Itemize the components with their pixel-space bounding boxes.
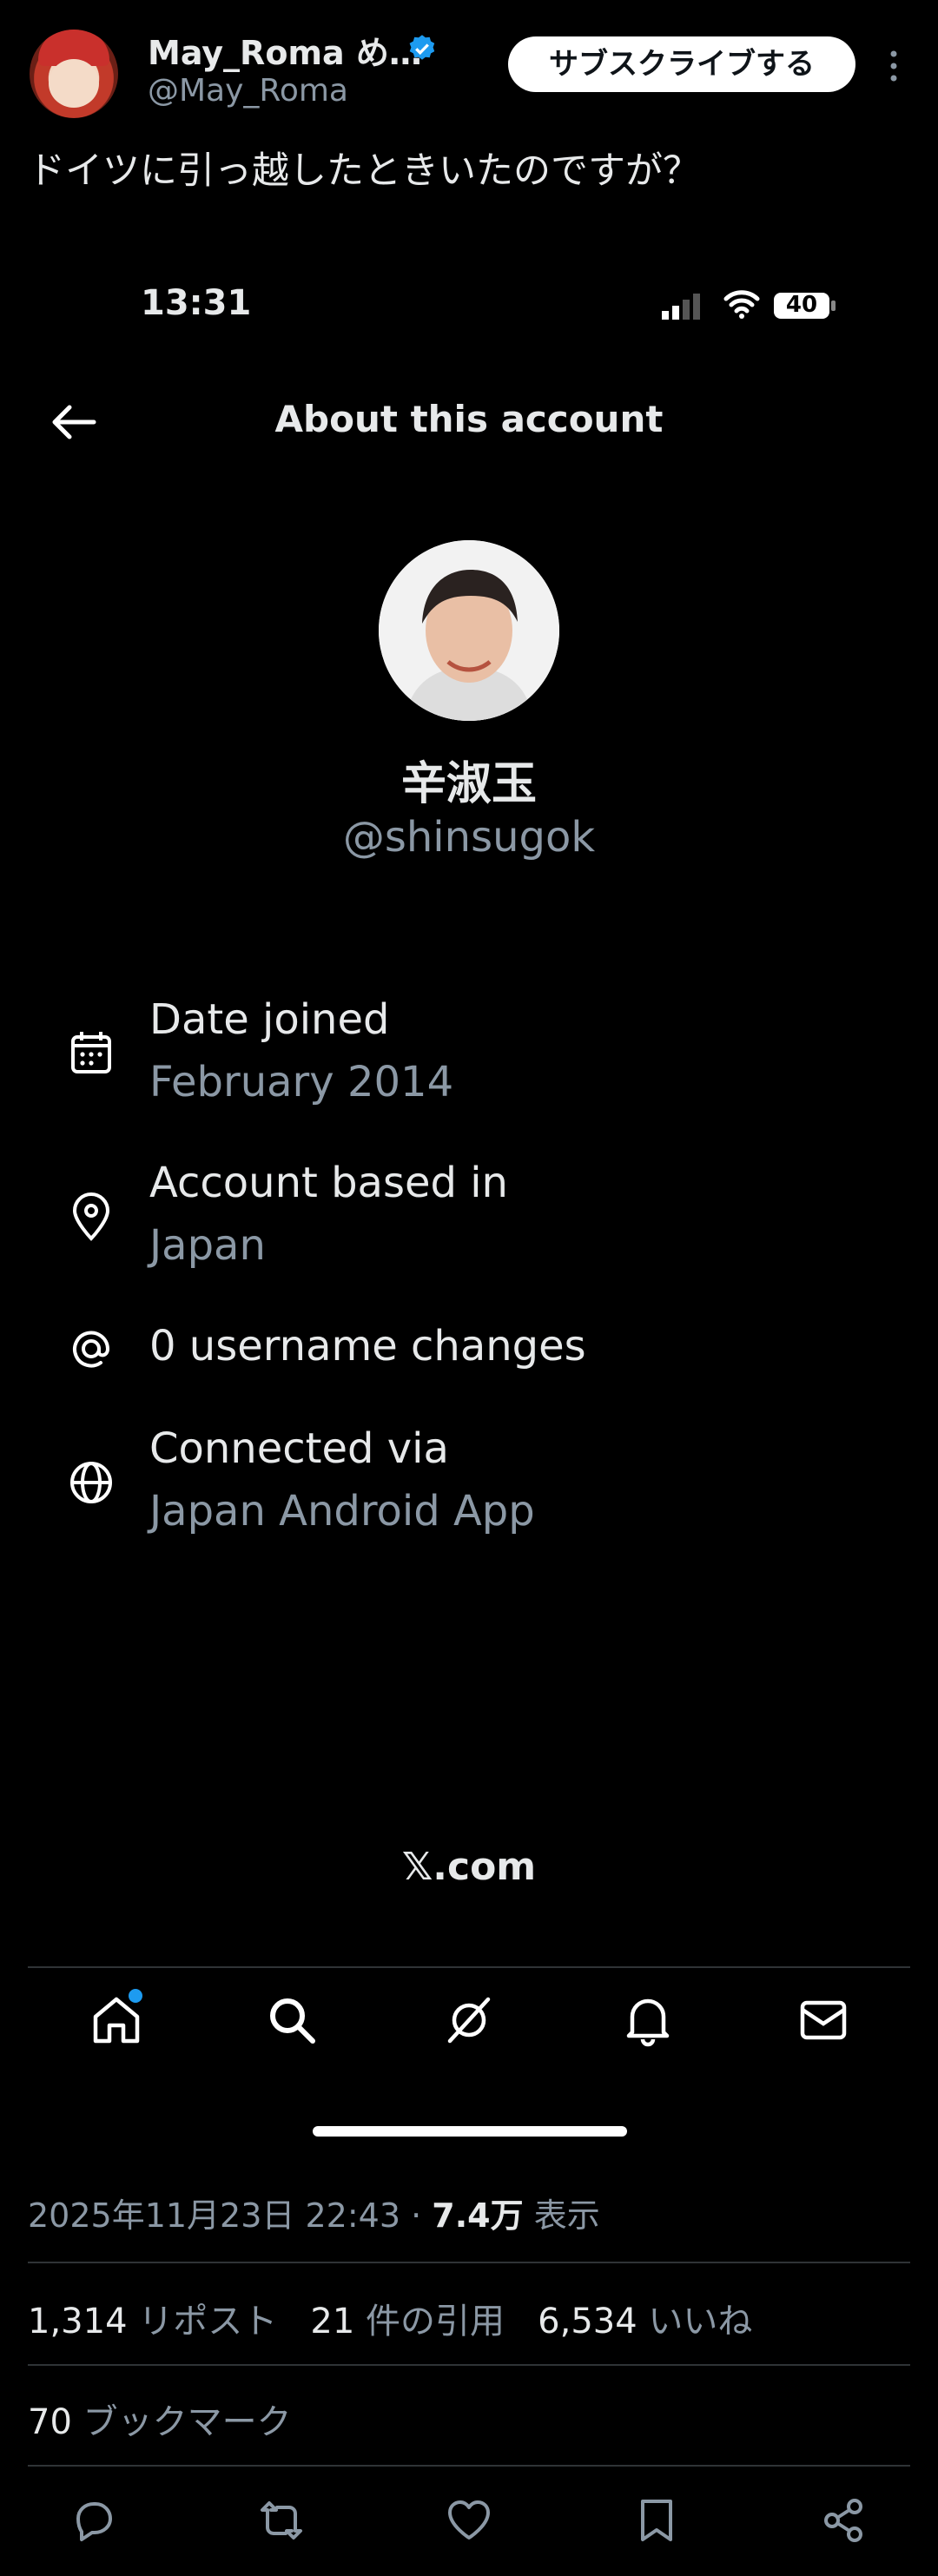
signal-icon xyxy=(662,294,700,320)
likes-count: 6,534 xyxy=(538,2302,637,2342)
more-options-icon[interactable] xyxy=(881,49,907,83)
likes-label: いいね xyxy=(648,2302,753,2342)
account-based-value: Japan xyxy=(149,1221,266,1270)
engagement-stats: 1,314 リポスト 21 件の引用 6,534 いいね xyxy=(28,2293,752,2343)
search-icon[interactable] xyxy=(264,1992,320,2048)
quotes-label: 件の引用 xyxy=(366,2302,505,2342)
tweet-text: ドイツに引っ越したときいたのですが？ xyxy=(28,149,700,193)
status-time: 13:31 xyxy=(141,283,252,323)
at-sign-icon xyxy=(73,1331,110,1368)
profile-avatar[interactable] xyxy=(379,540,559,721)
bookmark-icon[interactable] xyxy=(632,2496,681,2545)
nav-divider xyxy=(28,1966,910,1968)
home-indicator-bar xyxy=(313,2126,627,2137)
profile-handle: @shinsugok xyxy=(342,813,596,862)
connected-via-label: Connected via xyxy=(149,1424,449,1473)
date-joined-value: February 2014 xyxy=(149,1058,454,1106)
like-heart-icon[interactable] xyxy=(445,2496,493,2545)
bell-icon[interactable] xyxy=(620,1992,676,2048)
calendar-icon xyxy=(71,1032,111,1073)
divider xyxy=(28,2465,910,2467)
globe-icon xyxy=(70,1462,112,1503)
likes-stat[interactable]: 6,534 いいね xyxy=(538,2302,752,2342)
share-icon[interactable] xyxy=(820,2496,869,2545)
bookmarks-label: ブックマーク xyxy=(83,2402,292,2442)
wifi-icon xyxy=(723,290,760,319)
tweet-meta: 2025年11月23日 22:43 · 7.4万 表示 xyxy=(28,2196,600,2235)
location-pin-icon xyxy=(72,1192,110,1241)
battery-indicator: 40 xyxy=(773,290,837,321)
tweet-datetime[interactable]: 2025年11月23日 22:43 xyxy=(28,2196,400,2235)
reposts-label: リポスト xyxy=(138,2302,278,2342)
x-com-footer[interactable]: 𝕏.com xyxy=(0,1845,938,1889)
notification-dot xyxy=(129,1989,142,2003)
profile-name: 辛淑玉 xyxy=(400,758,537,810)
connected-via-value: Japan Android App xyxy=(149,1487,535,1536)
repost-icon[interactable] xyxy=(257,2496,306,2545)
grok-icon[interactable] xyxy=(441,1992,497,2048)
verified-badge-icon xyxy=(409,35,435,60)
author-handle[interactable]: @May_Roma xyxy=(148,73,348,109)
bookmarks-count: 70 xyxy=(28,2402,72,2442)
mail-icon[interactable] xyxy=(796,1992,851,2048)
subscribe-button[interactable]: サブスクライブする xyxy=(508,36,855,92)
views-count: 7.4万 xyxy=(432,2196,524,2235)
bookmarks-stat[interactable]: 70 ブックマーク xyxy=(28,2394,292,2444)
date-joined-label: Date joined xyxy=(149,995,390,1044)
author-avatar[interactable] xyxy=(30,30,118,118)
quotes-stat[interactable]: 21 件の引用 xyxy=(310,2302,505,2342)
reply-icon[interactable] xyxy=(69,2496,118,2545)
username-changes-label: 0 username changes xyxy=(149,1322,586,1371)
reposts-stat[interactable]: 1,314 リポスト xyxy=(28,2302,277,2342)
quotes-count: 21 xyxy=(310,2302,355,2342)
battery-level: 40 xyxy=(785,292,818,318)
account-based-label: Account based in xyxy=(149,1159,508,1207)
views-label: 表示 xyxy=(533,2196,600,2235)
author-name[interactable]: May_Roma め… xyxy=(148,26,422,74)
divider xyxy=(28,2262,910,2263)
divider xyxy=(28,2364,910,2366)
reposts-count: 1,314 xyxy=(28,2302,128,2342)
screen-title: About this account xyxy=(274,398,664,440)
